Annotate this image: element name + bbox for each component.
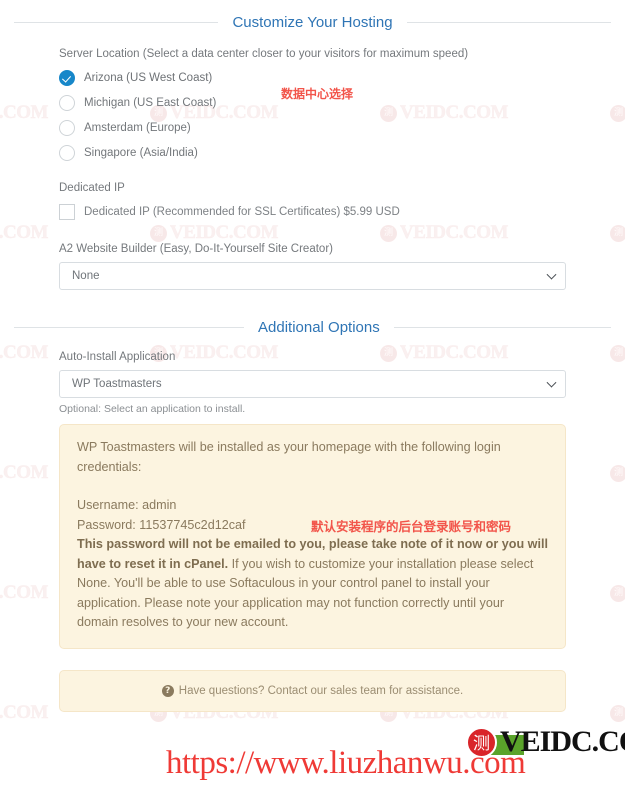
- dedicated-ip-checkbox-label: Dedicated IP (Recommended for SSL Certif…: [84, 206, 400, 218]
- section-title-additional-options: Additional Options: [258, 318, 380, 336]
- sales-help-alert: ? Have questions? Contact our sales team…: [59, 669, 566, 712]
- checkbox-icon[interactable]: [59, 204, 75, 220]
- radio-label-arizona: Arizona (US West Coast): [84, 71, 213, 84]
- dedicated-ip-checkbox-row[interactable]: Dedicated IP (Recommended for SSL Certif…: [59, 200, 566, 224]
- auto-install-selected-value: WP Toastmasters: [72, 378, 162, 390]
- dedicated-ip-label: Dedicated IP: [59, 182, 125, 194]
- website-builder-selected-value: None: [72, 270, 100, 282]
- radio-label-singapore: Singapore (Asia/India): [84, 146, 198, 159]
- auto-install-hint: Optional: Select an application to insta…: [59, 403, 246, 415]
- radio-label-amsterdam: Amsterdam (Europe): [84, 121, 191, 134]
- annotation-default-credentials: 默认安装程序的后台登录账号和密码: [311, 519, 512, 534]
- radio-check-icon: [59, 69, 75, 86]
- server-location-label: Server Location (Select a data center cl…: [59, 48, 469, 60]
- radio-circle-icon: [59, 119, 75, 136]
- install-alert-warning: This password will not be emailed to you…: [77, 535, 548, 633]
- server-location-radio-group[interactable]: Arizona (US West Coast) Michigan (US Eas…: [59, 66, 566, 164]
- legend-rule-right: [393, 326, 611, 328]
- legend-rule-left: [14, 21, 219, 23]
- auto-install-select[interactable]: WP Toastmasters: [59, 370, 566, 398]
- chevron-down-icon: [546, 377, 557, 388]
- section-header-customize-hosting: Customize Your Hosting: [14, 7, 611, 37]
- section-header-additional-options: Additional Options: [14, 312, 611, 342]
- alert-spacer: [77, 477, 548, 496]
- radio-label-michigan: Michigan (US East Coast): [84, 96, 217, 109]
- sales-help-text: Have questions? Contact our sales team f…: [178, 684, 464, 697]
- radio-circle-icon: [59, 94, 75, 111]
- website-builder-select[interactable]: None: [59, 262, 566, 290]
- chevron-down-icon: [546, 269, 557, 280]
- radio-option-amsterdam[interactable]: Amsterdam (Europe): [59, 116, 566, 139]
- install-credentials-alert: WP Toastmasters will be installed as you…: [59, 424, 566, 649]
- radio-circle-icon: [59, 144, 75, 161]
- auto-install-label: Auto-Install Application: [59, 351, 176, 363]
- section-title-customize-hosting: Customize Your Hosting: [232, 13, 393, 31]
- radio-option-singapore[interactable]: Singapore (Asia/India): [59, 141, 566, 164]
- install-alert-intro: WP Toastmasters will be installed as you…: [77, 440, 501, 474]
- question-mark-icon: ?: [161, 684, 174, 697]
- site-url-overlay: https://www.liuzhanwu.com: [166, 745, 526, 781]
- legend-rule-right: [406, 21, 611, 23]
- website-builder-label: A2 Website Builder (Easy, Do-It-Yourself…: [59, 243, 333, 255]
- install-alert-username: Username: admin: [77, 498, 177, 512]
- annotation-datacenter-selection: 数据中心选择: [281, 87, 354, 101]
- legend-rule-left: [14, 326, 244, 328]
